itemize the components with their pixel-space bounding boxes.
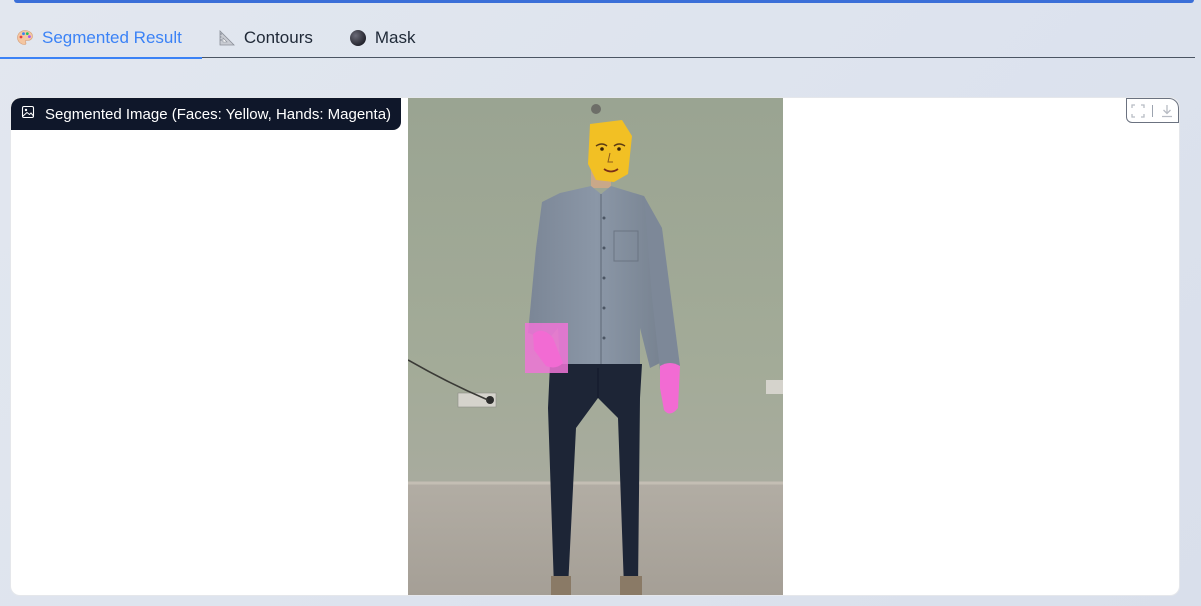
image-label-text: Segmented Image (Faces: Yellow, Hands: M… (45, 105, 392, 123)
toolbar-divider (1152, 104, 1153, 117)
tab-label: Mask (374, 28, 416, 47)
fullscreen-icon[interactable] (1130, 103, 1146, 119)
tab-segmented-result[interactable]: Segmented Result (0, 18, 202, 59)
palette-icon (16, 29, 34, 47)
dark-circle-icon (349, 29, 367, 47)
tab-contours[interactable]: Contours (202, 18, 333, 58)
tab-label: Contours (243, 28, 313, 47)
image-icon (21, 105, 35, 123)
segmented-photo-drawing (408, 98, 783, 595)
download-icon[interactable] (1159, 103, 1175, 119)
image-label-badge: Segmented Image (Faces: Yellow, Hands: M… (11, 98, 402, 130)
tab-bar: Segmented Result Contours Mask (0, 18, 1195, 59)
triangular-ruler-icon (218, 29, 236, 47)
image-toolbar (1126, 98, 1179, 123)
tab-label: Segmented Result (42, 28, 182, 47)
top-accent-line (14, 0, 1194, 3)
tab-mask[interactable]: Mask (333, 18, 436, 58)
segmented-image (408, 98, 783, 595)
image-panel: Segmented Image (Faces: Yellow, Hands: M… (10, 97, 1180, 596)
